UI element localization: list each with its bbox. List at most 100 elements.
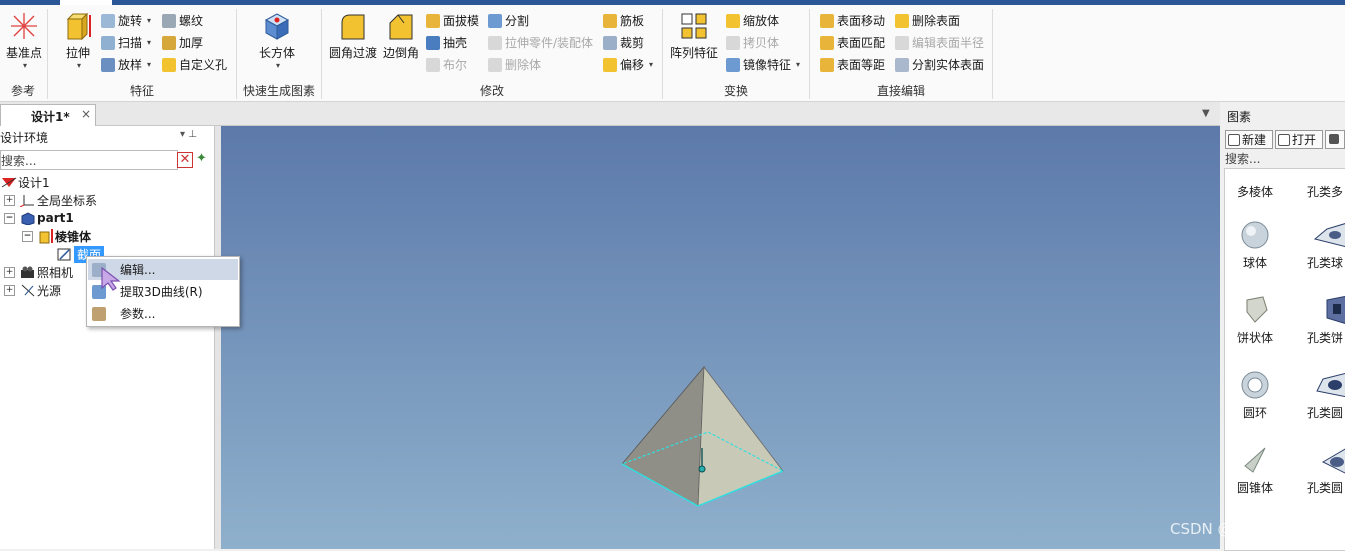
open-catalog-button[interactable]: 打开 <box>1275 130 1323 149</box>
tab-list-dropdown-icon[interactable]: ▼ <box>1202 108 1210 119</box>
clear-search-icon[interactable]: ✕ <box>177 152 193 168</box>
boolean-button[interactable]: 布尔 <box>426 56 467 73</box>
group-label-modify: 修改 <box>479 84 504 98</box>
sweep-button[interactable]: 扫描 ▾ <box>101 34 151 51</box>
trim-label: 裁剪 <box>620 36 645 50</box>
shape-search-box[interactable]: 搜索... <box>1225 150 1260 167</box>
anchor-point[interactable] <box>698 465 706 473</box>
design-icon <box>1 177 17 188</box>
extrude-icon <box>66 12 91 41</box>
rib-button[interactable]: 筋板 <box>603 12 644 29</box>
new-label: 新建 <box>1242 133 1267 147</box>
shape-hole-sphere[interactable]: 孔类球 <box>1287 219 1345 271</box>
new-catalog-button[interactable]: 新建 <box>1225 130 1273 149</box>
revolve-icon <box>101 13 115 28</box>
datum-point-button[interactable]: 基准点 ▾ <box>3 11 45 70</box>
panel-splitter[interactable] <box>215 126 221 549</box>
shell-label: 抽壳 <box>443 36 468 50</box>
tree-item-pyramid[interactable]: − 棱锥体 <box>22 227 91 245</box>
document-tab[interactable]: 设计1* × <box>0 104 96 126</box>
extrude-part-button[interactable]: 拉伸零件/装配体 <box>488 34 593 51</box>
tree-item-label: part1 <box>37 211 74 225</box>
shape-polyprism[interactable]: 多棱体 <box>1225 169 1285 200</box>
offset-label: 偏移 <box>620 58 645 72</box>
tree-item-label: 设计1 <box>18 175 50 190</box>
expand-icon[interactable]: + <box>4 194 15 206</box>
save-catalog-button[interactable] <box>1325 130 1345 149</box>
shape-wedge[interactable]: 饼状体 <box>1225 294 1285 346</box>
tree-item-camera[interactable]: + 照相机 <box>4 263 73 281</box>
sweep-icon <box>101 35 115 50</box>
filter-icon[interactable]: ✦ <box>196 151 207 166</box>
fillet-icon <box>341 14 365 40</box>
copy-body-button[interactable]: 拷贝体 <box>726 34 779 51</box>
panel-pin-icon[interactable]: ▾ ⊥ <box>180 129 197 140</box>
tree-item-global-cs[interactable]: + 全局坐标系 <box>4 191 97 209</box>
fillet-label: 圆角过渡 <box>328 46 377 60</box>
shape-hole-cone[interactable]: 孔类圆 <box>1287 444 1345 496</box>
pattern-button[interactable]: 阵列特征 <box>669 11 719 61</box>
extrude-button[interactable]: 拉伸 ▾ <box>58 11 98 70</box>
menu-item-parameters[interactable]: 参数... <box>88 303 238 324</box>
tree-item-light[interactable]: + 光源 <box>4 281 61 299</box>
trim-icon <box>603 35 617 50</box>
shape-sphere[interactable]: 球体 <box>1225 219 1285 271</box>
split-solid-face-button[interactable]: 分割实体表面 <box>895 56 984 73</box>
offset-face-button[interactable]: 表面等距 <box>820 56 885 73</box>
menu-item-label: 编辑... <box>120 263 156 277</box>
custom-hole-button[interactable]: 自定义孔 <box>162 56 227 73</box>
trim-button[interactable]: 裁剪 <box>603 34 644 51</box>
shape-hole-wedge[interactable]: 孔类饼 <box>1287 294 1345 346</box>
group-divider <box>992 9 993 99</box>
mirror-button[interactable]: 镜像特征 ▾ <box>726 56 800 73</box>
shape-torus[interactable]: 圆环 <box>1225 369 1285 421</box>
datum-point-label: 基准点 <box>5 46 42 60</box>
tree-item-design[interactable]: 设计1 <box>0 173 50 191</box>
chevron-down-icon: ▾ <box>76 61 81 70</box>
save-icon <box>1329 134 1339 144</box>
close-icon[interactable]: × <box>81 107 91 121</box>
collapse-icon[interactable]: − <box>22 230 33 242</box>
cone-icon <box>1244 447 1266 473</box>
panel-title: 设计环境 <box>0 131 49 145</box>
revolve-button[interactable]: 旋转 ▾ <box>101 12 151 29</box>
pyramid-model[interactable] <box>221 126 1220 549</box>
move-face-icon <box>820 13 834 28</box>
collapse-icon[interactable]: − <box>4 212 15 224</box>
move-face-button[interactable]: 表面移动 <box>820 12 885 29</box>
offset-button[interactable]: 偏移 ▾ <box>603 56 653 73</box>
match-face-button[interactable]: 表面匹配 <box>820 34 885 51</box>
shape-hole-polyprism[interactable]: 孔类多 <box>1287 169 1345 200</box>
scale-body-button[interactable]: 缩放体 <box>726 12 779 29</box>
edit-radius-label: 编辑表面半径 <box>912 36 985 50</box>
shape-label: 多棱体 <box>1236 185 1273 199</box>
draft-label: 面拔模 <box>443 14 480 28</box>
chamfer-button[interactable]: 边倒角 <box>382 11 420 61</box>
3d-viewport[interactable] <box>221 126 1220 549</box>
expand-icon[interactable]: + <box>4 284 15 296</box>
tree-item-part1[interactable]: − part1 <box>4 209 74 227</box>
delete-body-button[interactable]: 删除体 <box>488 56 541 73</box>
match-face-icon <box>820 35 834 50</box>
split-button[interactable]: 分割 <box>488 12 529 29</box>
loft-button[interactable]: 放样 ▾ <box>101 56 151 73</box>
tree-search-box[interactable]: 搜索... <box>0 150 178 170</box>
shape-hole-torus[interactable]: 孔类圆 <box>1287 369 1345 421</box>
menu-item-label: 参数... <box>120 307 156 321</box>
fillet-button[interactable]: 圆角过渡 <box>328 11 378 61</box>
shape-grid: 多棱体 孔类多 球体 孔类球 饼状体 孔类饼 圆环 孔类圆 圆锥体 孔类圆 <box>1224 168 1345 551</box>
draft-button[interactable]: 面拔模 <box>426 12 479 29</box>
box-button[interactable]: 长方体 ▾ <box>255 11 299 70</box>
delete-face-label: 删除表面 <box>912 14 961 28</box>
expand-icon[interactable]: + <box>4 266 15 278</box>
edit-radius-button[interactable]: 编辑表面半径 <box>895 34 984 51</box>
delete-body-icon <box>488 57 502 72</box>
shell-button[interactable]: 抽壳 <box>426 34 467 51</box>
shape-cone[interactable]: 圆锥体 <box>1225 444 1285 496</box>
chevron-down-icon: ▾ <box>147 60 152 69</box>
thicken-button[interactable]: 加厚 <box>162 34 203 51</box>
thicken-label: 加厚 <box>179 36 204 50</box>
thread-button[interactable]: 螺纹 <box>162 12 203 29</box>
delete-face-button[interactable]: 删除表面 <box>895 12 960 29</box>
hole-cone-icon <box>1321 448 1345 474</box>
